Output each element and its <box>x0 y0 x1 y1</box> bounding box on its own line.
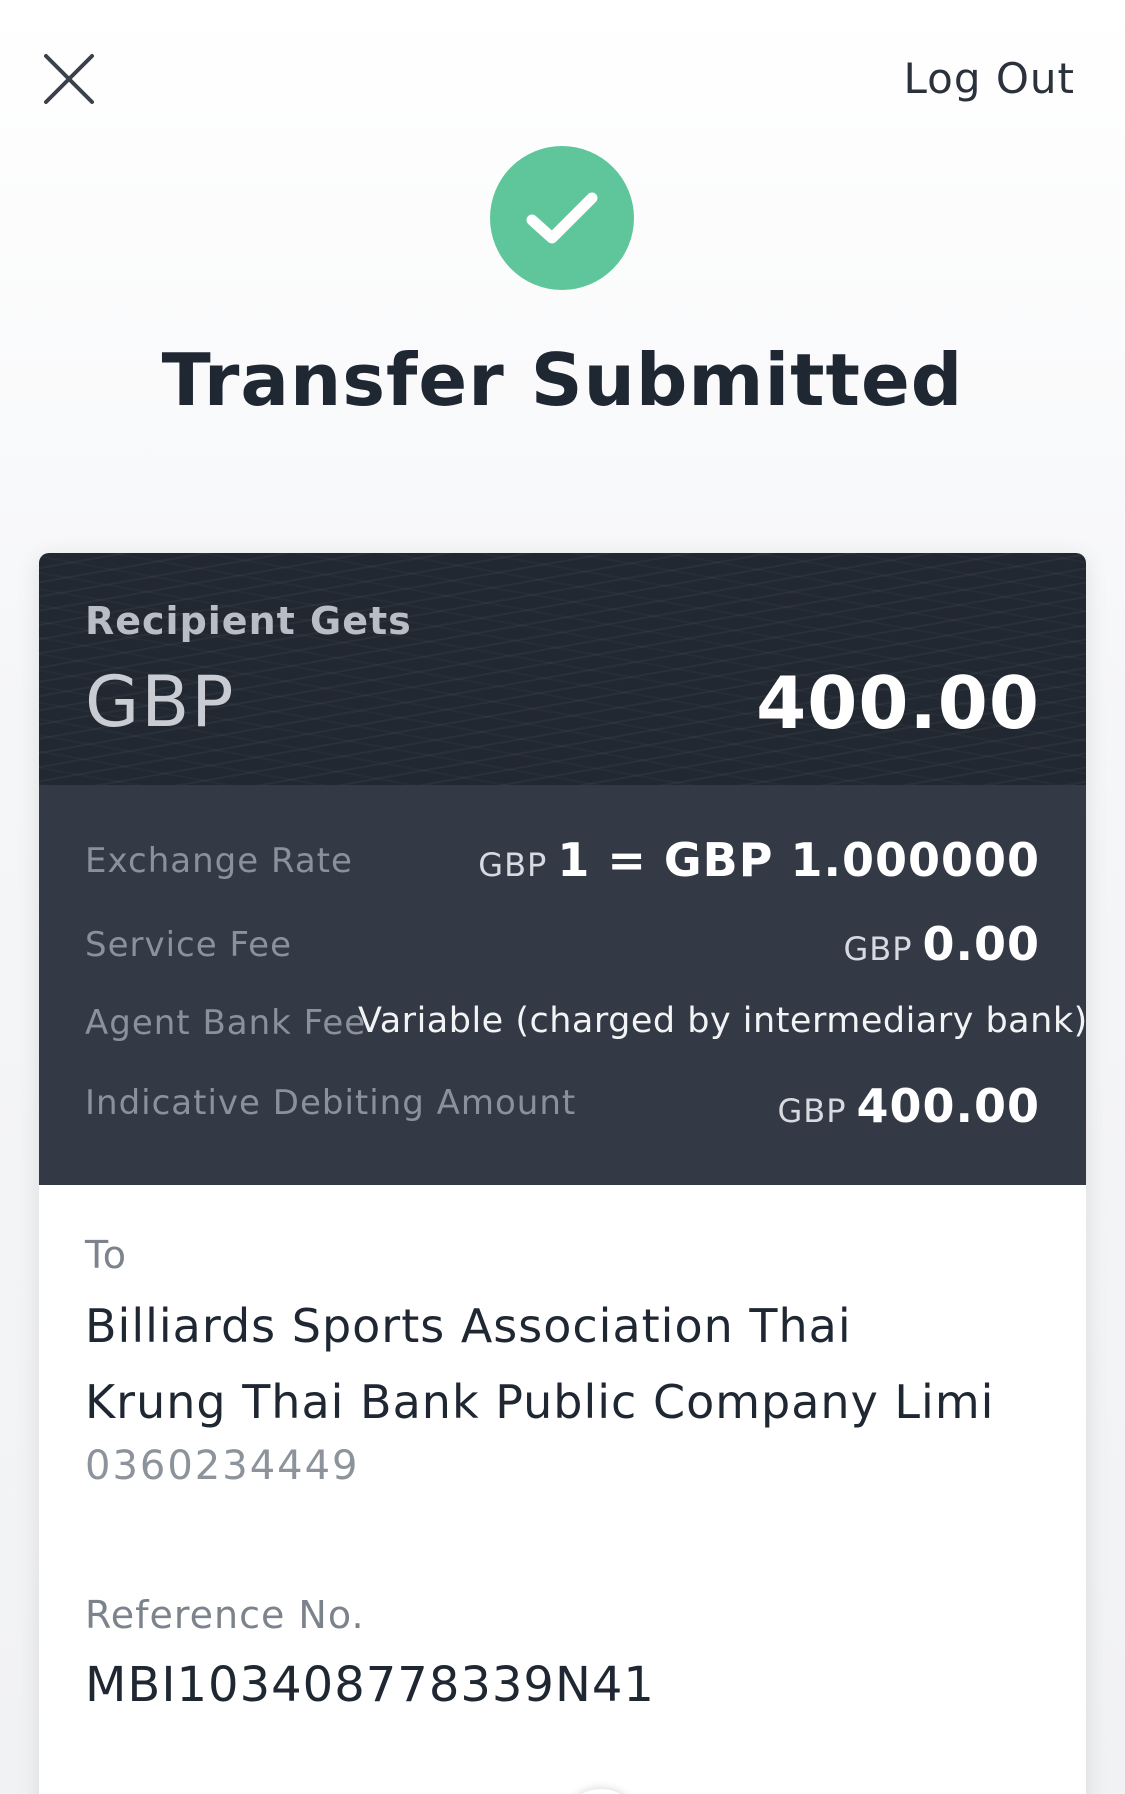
debiting-amount-row: Indicative Debiting Amount GBP 400.00 <box>85 1079 1040 1143</box>
transfer-summary-card: Recipient Gets GBP 400.00 Exchange Rate … <box>39 553 1086 1794</box>
debiting-amount-currency: GBP <box>777 1092 847 1130</box>
debiting-amount-value: GBP 400.00 <box>777 1079 1040 1133</box>
service-fee-amount: 0.00 <box>922 917 1040 971</box>
close-button[interactable] <box>40 50 100 110</box>
expand-handle[interactable] <box>561 1789 641 1794</box>
recipient-bank: Krung Thai Bank Public Company Limi <box>85 1375 995 1429</box>
top-bar: Log Out <box>0 0 1125 160</box>
reference-details: Reference No. MBI103408778339N41 <box>85 1593 1035 1713</box>
logout-button[interactable]: Log Out <box>903 54 1075 103</box>
service-fee-label: Service Fee <box>85 925 292 965</box>
exchange-rate-from-currency: GBP <box>478 846 548 884</box>
recipient-name: Billiards Sports Association Thai <box>85 1299 852 1353</box>
check-circle-icon <box>490 146 634 290</box>
debiting-amount-label: Indicative Debiting Amount <box>85 1083 577 1123</box>
recipient-details: To Billiards Sports Association Thai Kru… <box>85 1233 1035 1489</box>
to-label: To <box>85 1233 128 1277</box>
recipient-gets-label: Recipient Gets <box>85 599 412 643</box>
exchange-rate-label: Exchange Rate <box>85 841 353 881</box>
exchange-rate-row: Exchange Rate GBP 1 = GBP 1.000000 <box>85 833 1040 901</box>
recipient-account-number: 0360234449 <box>85 1443 360 1489</box>
service-fee-currency: GBP <box>843 930 913 968</box>
agent-bank-fee-label: Agent Bank Fee <box>85 1003 367 1043</box>
service-fee-row: Service Fee GBP 0.00 <box>85 917 1040 985</box>
recipient-gets-panel: Recipient Gets GBP 400.00 <box>39 553 1086 785</box>
recipient-currency: GBP <box>85 661 236 743</box>
close-icon <box>44 54 94 104</box>
checkmark-icon <box>526 192 598 244</box>
exchange-rate-value: GBP 1 = GBP 1.000000 <box>478 833 1040 887</box>
recipient-amount: 400.00 <box>756 661 1040 745</box>
debiting-amount-amount: 400.00 <box>856 1079 1040 1133</box>
agent-bank-fee-value: Variable (charged by intermediary bank) <box>358 1001 1086 1041</box>
page-title: Transfer Submitted <box>161 338 964 422</box>
transfer-details-panel: Exchange Rate GBP 1 = GBP 1.000000 Servic… <box>39 785 1086 1185</box>
reference-number: MBI103408778339N41 <box>85 1657 655 1713</box>
reference-label: Reference No. <box>85 1593 365 1637</box>
agent-bank-fee-row: Agent Bank Fee Variable (charged by inte… <box>85 1001 1086 1063</box>
service-fee-value: GBP 0.00 <box>843 917 1040 971</box>
exchange-rate-amount: 1 = GBP 1.000000 <box>557 833 1040 887</box>
